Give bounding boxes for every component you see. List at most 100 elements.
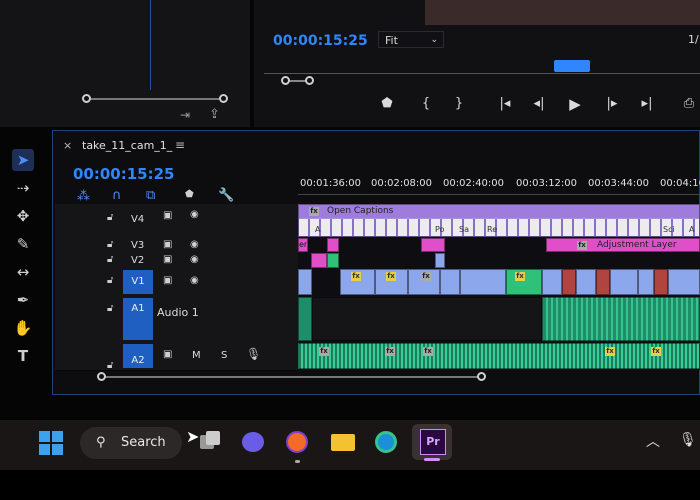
video-clip[interactable] xyxy=(435,253,445,268)
sequence-timecode[interactable]: 00:00:15:25 xyxy=(73,165,175,183)
sequence-tab[interactable]: take_11_cam_1_ xyxy=(82,139,172,152)
program-ruler[interactable] xyxy=(264,73,700,74)
firefox-icon[interactable] xyxy=(282,427,312,457)
eye-icon[interactable]: ◉ xyxy=(190,209,199,220)
program-playhead[interactable] xyxy=(554,60,590,72)
export-icon[interactable]: ⇪ xyxy=(209,107,220,122)
captions-track-clip[interactable]: fx Open Captions A Po Sa Re Sci A xyxy=(298,204,700,237)
ruler-tick: 00:04:16 xyxy=(660,178,700,189)
program-timecode[interactable]: 00:00:15:25 xyxy=(273,33,368,49)
track-select-icon[interactable]: ⇢ xyxy=(12,177,34,199)
lock-icon[interactable]: 🔓︎ xyxy=(107,254,113,265)
wrench-icon[interactable]: 🔧 xyxy=(218,188,234,203)
track-target-a2[interactable]: A2 xyxy=(123,344,153,368)
timeline-ruler[interactable] xyxy=(298,194,700,195)
microphone-icon[interactable]: 🎙︎ xyxy=(246,347,261,361)
lock-icon[interactable]: 🔓︎ xyxy=(107,303,113,314)
source-zoom-handle-left[interactable] xyxy=(82,94,91,103)
zoom-fit-select[interactable]: Fit ⌄ xyxy=(378,31,444,48)
sync-lock-icon[interactable]: ▣ xyxy=(163,254,172,265)
meet-icon[interactable] xyxy=(238,427,268,457)
adjustment-clip[interactable]: er xyxy=(298,238,308,252)
selection-tool-icon[interactable]: ➤ xyxy=(12,149,34,171)
adjustment-clip[interactable] xyxy=(327,238,339,252)
add-marker-icon-timeline[interactable]: ⬟ xyxy=(185,189,194,200)
video-clip[interactable] xyxy=(576,269,596,295)
step-back-icon[interactable]: ◂| xyxy=(529,96,549,111)
lock-icon[interactable]: 🔓︎ xyxy=(107,360,113,371)
mark-out-icon[interactable]: } xyxy=(449,96,469,111)
nest-icon[interactable]: ⁂ xyxy=(77,189,90,204)
go-to-out-icon[interactable]: ▸| xyxy=(637,96,657,111)
timeline-zoom-handle-right[interactable] xyxy=(477,372,486,381)
program-zoom-handle-left[interactable] xyxy=(281,76,290,85)
lock-icon[interactable]: 🔓︎ xyxy=(107,212,113,223)
source-zoom-bar[interactable] xyxy=(86,98,224,100)
timeline-zoom-handle-left[interactable] xyxy=(97,372,106,381)
step-forward-icon[interactable]: |▸ xyxy=(602,96,622,111)
track-target-a1[interactable]: A1 xyxy=(123,298,153,340)
linked-selection-icon[interactable]: ⧉ xyxy=(146,188,155,203)
premiere-pro-taskbar-button[interactable]: Pr xyxy=(412,424,452,460)
sync-lock-icon[interactable]: ▣ xyxy=(163,210,172,221)
microphone-icon[interactable]: 🎙︎ xyxy=(679,432,697,448)
solo-button[interactable]: S xyxy=(221,350,227,361)
video-clip[interactable] xyxy=(638,269,654,295)
video-clip[interactable] xyxy=(542,269,562,295)
video-clip[interactable] xyxy=(460,269,506,295)
video-clip[interactable] xyxy=(610,269,638,295)
eye-icon[interactable]: ◉ xyxy=(190,275,199,286)
program-zoom-handle-right[interactable] xyxy=(305,76,314,85)
video-clip[interactable] xyxy=(298,269,312,295)
audio-clip[interactable] xyxy=(542,297,700,341)
video-clip[interactable] xyxy=(311,253,327,268)
sync-lock-icon[interactable]: ▣ xyxy=(163,239,172,250)
sync-lock-icon[interactable]: ▣ xyxy=(163,349,172,360)
eye-icon[interactable]: ◉ xyxy=(190,254,199,265)
track-target-v1[interactable]: V1 xyxy=(123,270,153,294)
eye-icon[interactable]: ◉ xyxy=(190,239,199,250)
file-explorer-icon[interactable] xyxy=(328,427,358,457)
video-clip[interactable] xyxy=(654,269,668,295)
task-view-icon[interactable] xyxy=(195,427,225,457)
mute-button[interactable]: M xyxy=(192,350,201,361)
edge-icon[interactable] xyxy=(371,427,401,457)
hand-tool-icon[interactable]: ✋ xyxy=(12,317,34,339)
snap-icon[interactable]: ∩ xyxy=(112,188,122,203)
video-clip[interactable] xyxy=(327,253,339,268)
video-clip[interactable] xyxy=(668,269,700,295)
razor-icon[interactable]: ✎ xyxy=(12,233,34,255)
audio-clip[interactable]: fx fx fx fx fx xyxy=(298,343,700,369)
video-clip[interactable] xyxy=(596,269,610,295)
ripple-edit-icon[interactable]: ✥ xyxy=(12,205,34,227)
audio-clip[interactable] xyxy=(298,297,312,341)
pen-tool-icon[interactable]: ✒ xyxy=(12,289,34,311)
adjustment-layer-clip[interactable]: fx Adjustment Layer xyxy=(546,238,700,252)
close-icon[interactable]: × xyxy=(63,139,72,152)
lock-icon[interactable]: 🔓︎ xyxy=(107,275,113,286)
type-tool-icon[interactable]: T xyxy=(12,345,34,367)
export-frame-icon[interactable]: ⎙ xyxy=(679,96,699,111)
slip-tool-icon[interactable]: ↔ xyxy=(12,261,34,283)
panel-menu-icon[interactable]: ≡ xyxy=(175,138,185,152)
video-clip[interactable] xyxy=(562,269,576,295)
timeline-zoom-bar[interactable] xyxy=(102,376,482,378)
video-clip[interactable] xyxy=(440,269,460,295)
add-marker-icon[interactable]: ⬟ xyxy=(377,96,397,111)
adjustment-clip[interactable] xyxy=(421,238,445,252)
lock-icon[interactable]: 🔓︎ xyxy=(107,239,113,250)
video-clip[interactable]: fx xyxy=(375,269,408,295)
go-to-in-icon[interactable]: |◂ xyxy=(495,96,515,111)
video-clip[interactable]: fx xyxy=(408,269,440,295)
mark-in-icon[interactable]: { xyxy=(416,96,436,111)
video-clip[interactable]: fx xyxy=(506,269,542,295)
sync-lock-icon[interactable]: ▣ xyxy=(163,275,172,286)
play-icon[interactable]: ▶ xyxy=(565,95,585,113)
chevron-up-icon[interactable]: ︿ xyxy=(646,431,660,451)
insert-icon[interactable]: ⇥ xyxy=(180,108,190,122)
video-clip[interactable]: fx xyxy=(340,269,375,295)
source-zoom-handle-right[interactable] xyxy=(219,94,228,103)
playback-resolution[interactable]: 1/ xyxy=(688,33,699,46)
windows-start-icon[interactable] xyxy=(39,431,63,455)
taskbar-search[interactable]: ⚲ Search xyxy=(80,427,182,459)
